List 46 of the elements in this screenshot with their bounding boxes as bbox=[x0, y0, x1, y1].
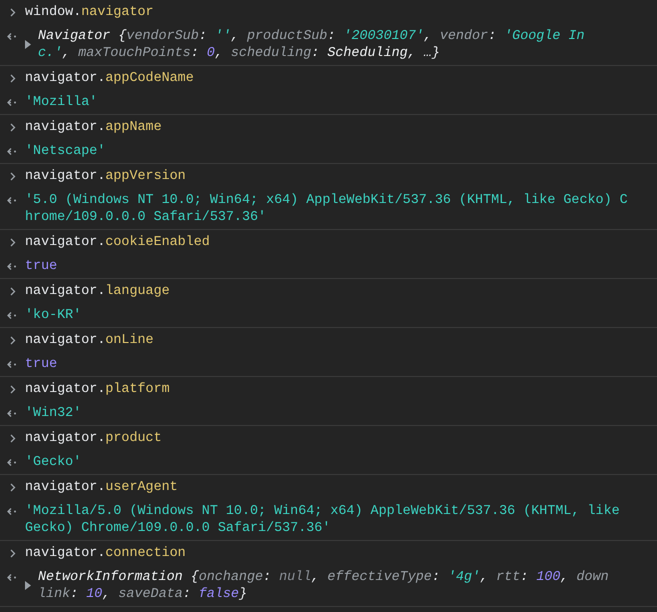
result-value: true bbox=[25, 258, 58, 274]
result-value: 'Gecko' bbox=[25, 454, 82, 470]
console-command: navigator.appName bbox=[25, 118, 162, 136]
prompt-chevron-icon bbox=[10, 286, 16, 296]
prompt-chevron-icon bbox=[10, 74, 16, 82]
console-command: navigator.userAgent bbox=[25, 478, 178, 496]
console-command: window.navigator bbox=[25, 4, 154, 20]
object-preview[interactable]: NetworkInformation {onchange: null, effectiveType: '4g', rtt: 100, downlink: 10, saveData: false} bbox=[38, 568, 610, 602]
prompt-chevron-icon bbox=[10, 336, 16, 344]
result-value: 'Win32' bbox=[25, 404, 82, 422]
prompt-chevron-icon bbox=[10, 482, 16, 492]
result-arrow-icon bbox=[7, 574, 18, 580]
result-value: 'ko-KR' bbox=[25, 306, 82, 324]
prompt-chevron-icon bbox=[10, 548, 16, 558]
result-value: 'Mozilla' bbox=[25, 94, 98, 110]
result-arrow-icon bbox=[7, 32, 18, 40]
result-arrow-icon bbox=[7, 360, 18, 368]
result-value: 'Netscape' bbox=[25, 142, 106, 160]
result-arrow-icon bbox=[7, 458, 18, 466]
prompt-chevron-icon bbox=[10, 238, 16, 246]
console-command: navigator.cookieEnabled bbox=[25, 234, 210, 250]
console-command: navigator.product bbox=[25, 430, 162, 446]
result-arrow-icon bbox=[7, 410, 18, 416]
console-command: navigator.platform bbox=[25, 380, 170, 398]
prompt-chevron-icon bbox=[10, 122, 16, 132]
console-command: navigator.appVersion bbox=[25, 168, 186, 184]
console-command: navigator.onLine bbox=[25, 332, 154, 348]
expand-triangle-icon[interactable] bbox=[25, 581, 31, 590]
result-arrow-icon bbox=[7, 312, 18, 318]
result-value: 'Mozilla/5.0 (Windows NT 10.0; Win64; x64) AppleWebKit/537.36 (KHTML, like Gecko) Chrome/109.0.0.0 Safari/537.36' bbox=[25, 502, 621, 536]
result-arrow-icon bbox=[7, 196, 18, 204]
object-preview[interactable]: Navigator {vendorSub: '', productSub: '20030107', vendor: 'Google Inc.', maxTouchPoints: 0, scheduling: Scheduling, …} bbox=[38, 28, 610, 62]
result-value: true bbox=[25, 356, 58, 372]
prompt-chevron-icon bbox=[10, 8, 16, 16]
prompt-chevron-icon bbox=[10, 434, 16, 442]
console-command: navigator.language bbox=[25, 282, 170, 300]
result-arrow-icon bbox=[7, 98, 18, 106]
console-command: navigator.connection bbox=[25, 544, 186, 562]
result-arrow-icon bbox=[7, 508, 18, 514]
result-arrow-icon bbox=[7, 262, 18, 270]
result-value: '5.0 (Windows NT 10.0; Win64; x64) AppleWebKit/537.36 (KHTML, like Gecko) Chrome/109.0.0.0 Safari/537.36' bbox=[25, 192, 629, 226]
prompt-chevron-icon bbox=[10, 172, 16, 180]
result-arrow-icon bbox=[7, 148, 18, 154]
prompt-chevron-icon bbox=[10, 384, 16, 394]
expand-triangle-icon[interactable] bbox=[25, 40, 31, 49]
console-command: navigator.appCodeName bbox=[25, 70, 194, 86]
